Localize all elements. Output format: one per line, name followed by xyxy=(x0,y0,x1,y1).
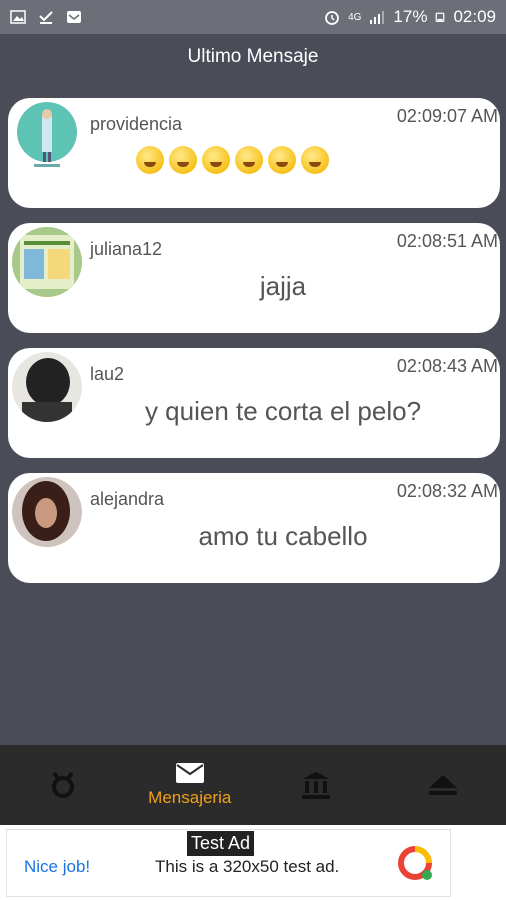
grin-squint-emoji-icon xyxy=(136,146,164,174)
avatar xyxy=(12,227,82,297)
username: lau2 xyxy=(90,364,125,384)
battery-icon xyxy=(436,12,445,22)
network-type: 4G xyxy=(348,11,362,23)
bank-icon xyxy=(302,772,331,799)
wink-tongue-emoji-icon xyxy=(301,146,329,174)
alarm-icon xyxy=(325,11,339,25)
username: juliana12 xyxy=(90,239,163,259)
nav-item-eject[interactable] xyxy=(380,745,506,825)
username: providencia xyxy=(90,114,183,134)
wink-tongue-emoji-icon xyxy=(235,146,263,174)
page-title: Ultimo Mensaje xyxy=(187,46,319,67)
mail-box-icon xyxy=(67,11,81,23)
grin-emoji-icon xyxy=(202,146,230,174)
nav-item-profile[interactable] xyxy=(0,745,127,825)
avatar xyxy=(12,352,82,422)
mail-icon xyxy=(175,763,204,783)
message-text: amo tu cabello xyxy=(198,521,368,551)
status-bar: 4G 17% 02:09 xyxy=(0,0,506,34)
check-download-icon xyxy=(39,11,53,24)
ad-text: This is a 320x50 test ad. xyxy=(155,857,340,876)
avatar xyxy=(12,102,82,172)
message-list: providencia 02:09:07 AM juliana12 02:08:… xyxy=(8,98,500,598)
ad-logo-icon xyxy=(398,846,432,880)
wink-tongue-emoji-icon xyxy=(169,146,197,174)
battery-percent: 17% xyxy=(393,7,428,26)
nav-label: Mensajeria xyxy=(148,788,232,807)
profile-icon xyxy=(52,771,75,798)
message-card[interactable]: lau2 02:08:43 AM y quien te corta el pel… xyxy=(8,348,500,458)
emoji-row xyxy=(136,146,329,174)
nav-item-messaging[interactable]: Mensajeria xyxy=(127,745,254,825)
header: Ultimo Mensaje xyxy=(0,34,506,80)
message-text: jajja xyxy=(259,271,307,301)
ad-tag: Test Ad xyxy=(187,831,255,856)
timestamp: 02:08:32 AM xyxy=(396,481,498,501)
bottom-nav: Mensajeria xyxy=(0,745,506,825)
timestamp: 02:08:51 AM xyxy=(396,231,498,251)
message-card[interactable]: alejandra 02:08:32 AM amo tu cabello xyxy=(8,473,500,583)
message-card[interactable]: providencia 02:09:07 AM xyxy=(8,98,500,208)
gallery-icon xyxy=(10,10,26,24)
timestamp: 02:08:43 AM xyxy=(396,356,498,376)
username: alejandra xyxy=(90,489,165,509)
eject-icon xyxy=(428,775,457,795)
message-text: y quien te corta el pelo? xyxy=(144,396,422,426)
wink-tongue-emoji-icon xyxy=(268,146,296,174)
clock: 02:09 xyxy=(453,7,496,26)
signal-icon xyxy=(370,11,385,24)
avatar xyxy=(12,477,82,547)
nav-item-bank[interactable] xyxy=(253,745,380,825)
timestamp: 02:09:07 AM xyxy=(396,106,498,126)
message-card[interactable]: juliana12 02:08:51 AM jajja xyxy=(8,223,500,333)
ad-nice-text: Nice job! xyxy=(24,857,91,876)
